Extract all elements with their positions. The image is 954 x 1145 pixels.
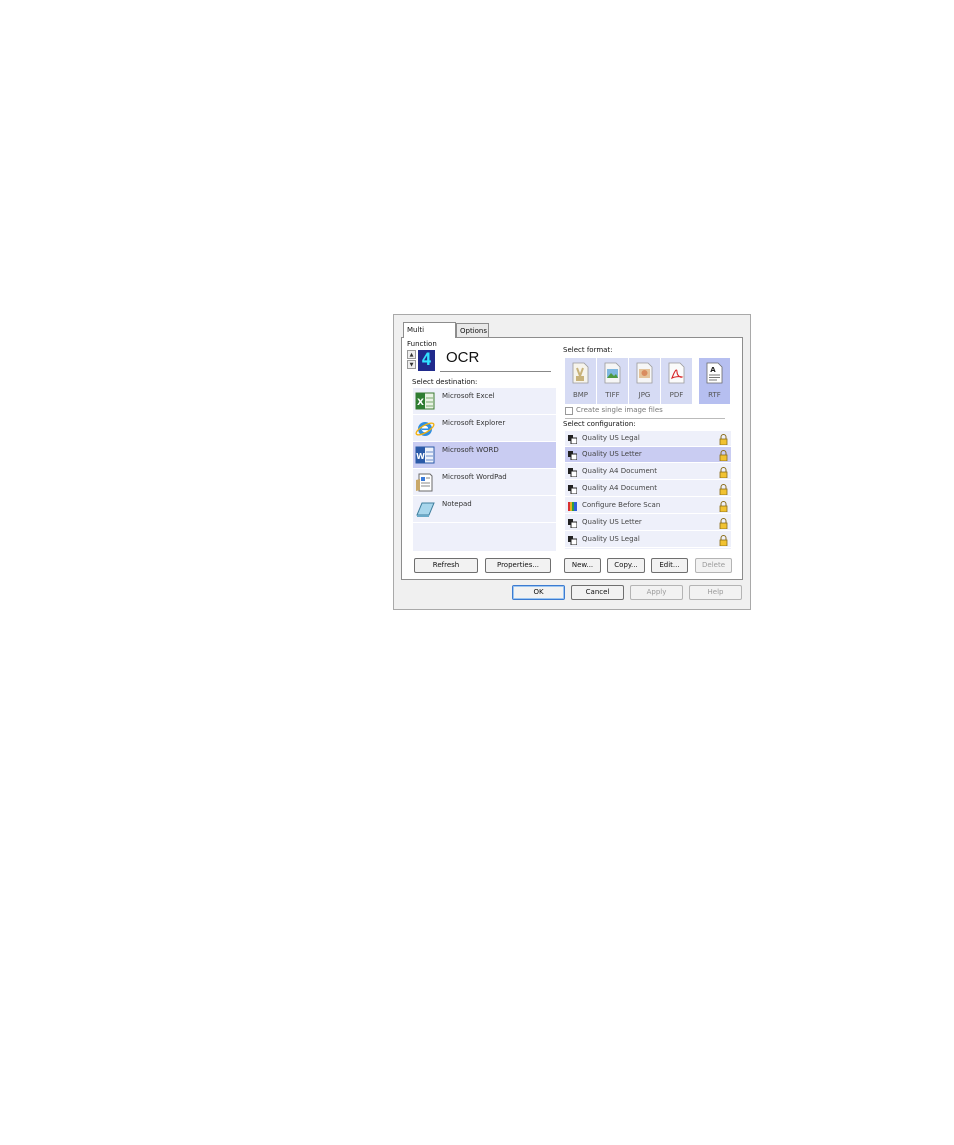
tab-options[interactable]: Options xyxy=(456,323,489,337)
destination-item-notepad[interactable]: Notepad xyxy=(413,496,556,523)
configuration-label: Quality A4 Document xyxy=(582,467,657,475)
document-scan-icon xyxy=(568,485,577,494)
format-rtf[interactable]: A RTF xyxy=(699,358,730,404)
profile-spinner[interactable]: ▲ ▼ xyxy=(407,350,416,370)
configuration-label: Quality US Legal xyxy=(582,434,640,442)
bmp-file-icon xyxy=(572,362,589,384)
new-configuration-button[interactable]: New... xyxy=(564,558,601,573)
destination-label: Microsoft WORD xyxy=(442,446,499,454)
ok-button[interactable]: OK xyxy=(512,585,565,600)
destination-list[interactable]: X Microsoft Excel Microsoft Explorer W M… xyxy=(413,388,556,551)
format-label: RTF xyxy=(708,391,721,399)
profile-number-display: 4 xyxy=(418,350,435,371)
destination-item-wordpad[interactable]: Microsoft WordPad xyxy=(413,469,556,496)
destination-item-excel[interactable]: X Microsoft Excel xyxy=(413,388,556,415)
copy-configuration-button[interactable]: Copy... xyxy=(607,558,645,573)
delete-configuration-button[interactable]: Delete xyxy=(695,558,732,573)
svg-text:X: X xyxy=(417,398,424,408)
help-button[interactable]: Help xyxy=(689,585,742,600)
pdf-file-icon xyxy=(668,362,685,384)
configuration-item[interactable]: Configure Before Scan xyxy=(565,498,731,514)
configuration-label: Quality A4 Document xyxy=(582,484,657,492)
profile-title-underline xyxy=(440,371,551,372)
document-scan-icon xyxy=(568,519,577,528)
format-jpg[interactable]: JPG xyxy=(629,358,660,404)
configuration-label: Configure Before Scan xyxy=(582,501,661,509)
format-tiff[interactable]: TIFF xyxy=(597,358,628,404)
scanner-properties-dialog: Multi Function Options ▲ ▼ 4 OCR Select … xyxy=(393,314,751,610)
select-destination-label: Select destination: xyxy=(412,378,478,386)
configuration-item[interactable]: Quality A4 Document xyxy=(565,464,731,480)
format-bmp[interactable]: BMP xyxy=(565,358,596,404)
select-format-label: Select format: xyxy=(563,346,613,354)
document-scan-icon xyxy=(568,468,577,477)
cancel-button[interactable]: Cancel xyxy=(571,585,624,600)
word-icon: W xyxy=(415,446,435,464)
document-scan-icon xyxy=(568,435,577,444)
lock-icon xyxy=(719,518,728,529)
format-label: TIFF xyxy=(605,391,620,399)
apply-button[interactable]: Apply xyxy=(630,585,683,600)
destination-label: Microsoft WordPad xyxy=(442,473,507,481)
notepad-icon xyxy=(416,502,435,517)
configuration-item[interactable]: Quality US Legal xyxy=(565,431,731,447)
document-scan-icon xyxy=(568,451,577,460)
configuration-label: Quality US Letter xyxy=(582,450,642,458)
configuration-item[interactable]: Quality US Legal xyxy=(565,532,731,548)
configuration-item[interactable]: Quality A4 Document xyxy=(565,481,731,497)
lock-icon xyxy=(719,501,728,512)
lock-icon xyxy=(719,535,728,546)
create-single-image-checkbox[interactable] xyxy=(565,407,573,415)
destination-item-explorer[interactable]: Microsoft Explorer xyxy=(413,415,556,442)
svg-text:A: A xyxy=(710,366,716,374)
format-label: PDF xyxy=(669,391,684,399)
lock-icon xyxy=(719,434,728,445)
properties-button[interactable]: Properties... xyxy=(485,558,551,573)
tiff-file-icon xyxy=(604,362,621,384)
destination-label: Microsoft Explorer xyxy=(442,419,506,427)
profile-title: OCR xyxy=(446,349,480,366)
internet-explorer-icon xyxy=(415,422,435,436)
lock-icon xyxy=(719,484,728,495)
configuration-label: Quality US Letter xyxy=(582,518,642,526)
svg-text:W: W xyxy=(416,452,425,461)
destination-item-word[interactable]: W Microsoft WORD xyxy=(413,442,556,469)
color-bars-icon xyxy=(568,502,577,511)
format-pdf[interactable]: PDF xyxy=(661,358,692,404)
configuration-label: Quality US Legal xyxy=(582,535,640,543)
configuration-item[interactable]: Quality US Letter xyxy=(565,515,731,531)
format-label: BMP xyxy=(572,391,589,399)
tab-multi-function[interactable]: Multi Function xyxy=(403,322,456,348)
destination-label: Notepad xyxy=(442,500,472,508)
wordpad-icon xyxy=(416,473,433,492)
excel-icon: X xyxy=(415,392,435,410)
configuration-item[interactable]: Quality US Letter xyxy=(565,447,731,463)
lock-icon xyxy=(719,450,728,461)
spin-down-button[interactable]: ▼ xyxy=(407,360,416,369)
edit-configuration-button[interactable]: Edit... xyxy=(651,558,688,573)
rtf-file-icon: A xyxy=(706,362,723,384)
destination-label: Microsoft Excel xyxy=(442,392,495,400)
lock-icon xyxy=(719,467,728,478)
refresh-button[interactable]: Refresh xyxy=(414,558,478,573)
select-configuration-label: Select configuration: xyxy=(563,420,636,428)
format-label: JPG xyxy=(638,391,651,399)
configuration-list[interactable]: Quality US Legal Quality US Letter Quali… xyxy=(565,431,731,549)
spin-up-button[interactable]: ▲ xyxy=(407,350,416,359)
format-separator xyxy=(565,418,725,419)
create-single-image-label: Create single image files xyxy=(576,406,663,414)
document-scan-icon xyxy=(568,536,577,545)
jpg-file-icon xyxy=(636,362,653,384)
